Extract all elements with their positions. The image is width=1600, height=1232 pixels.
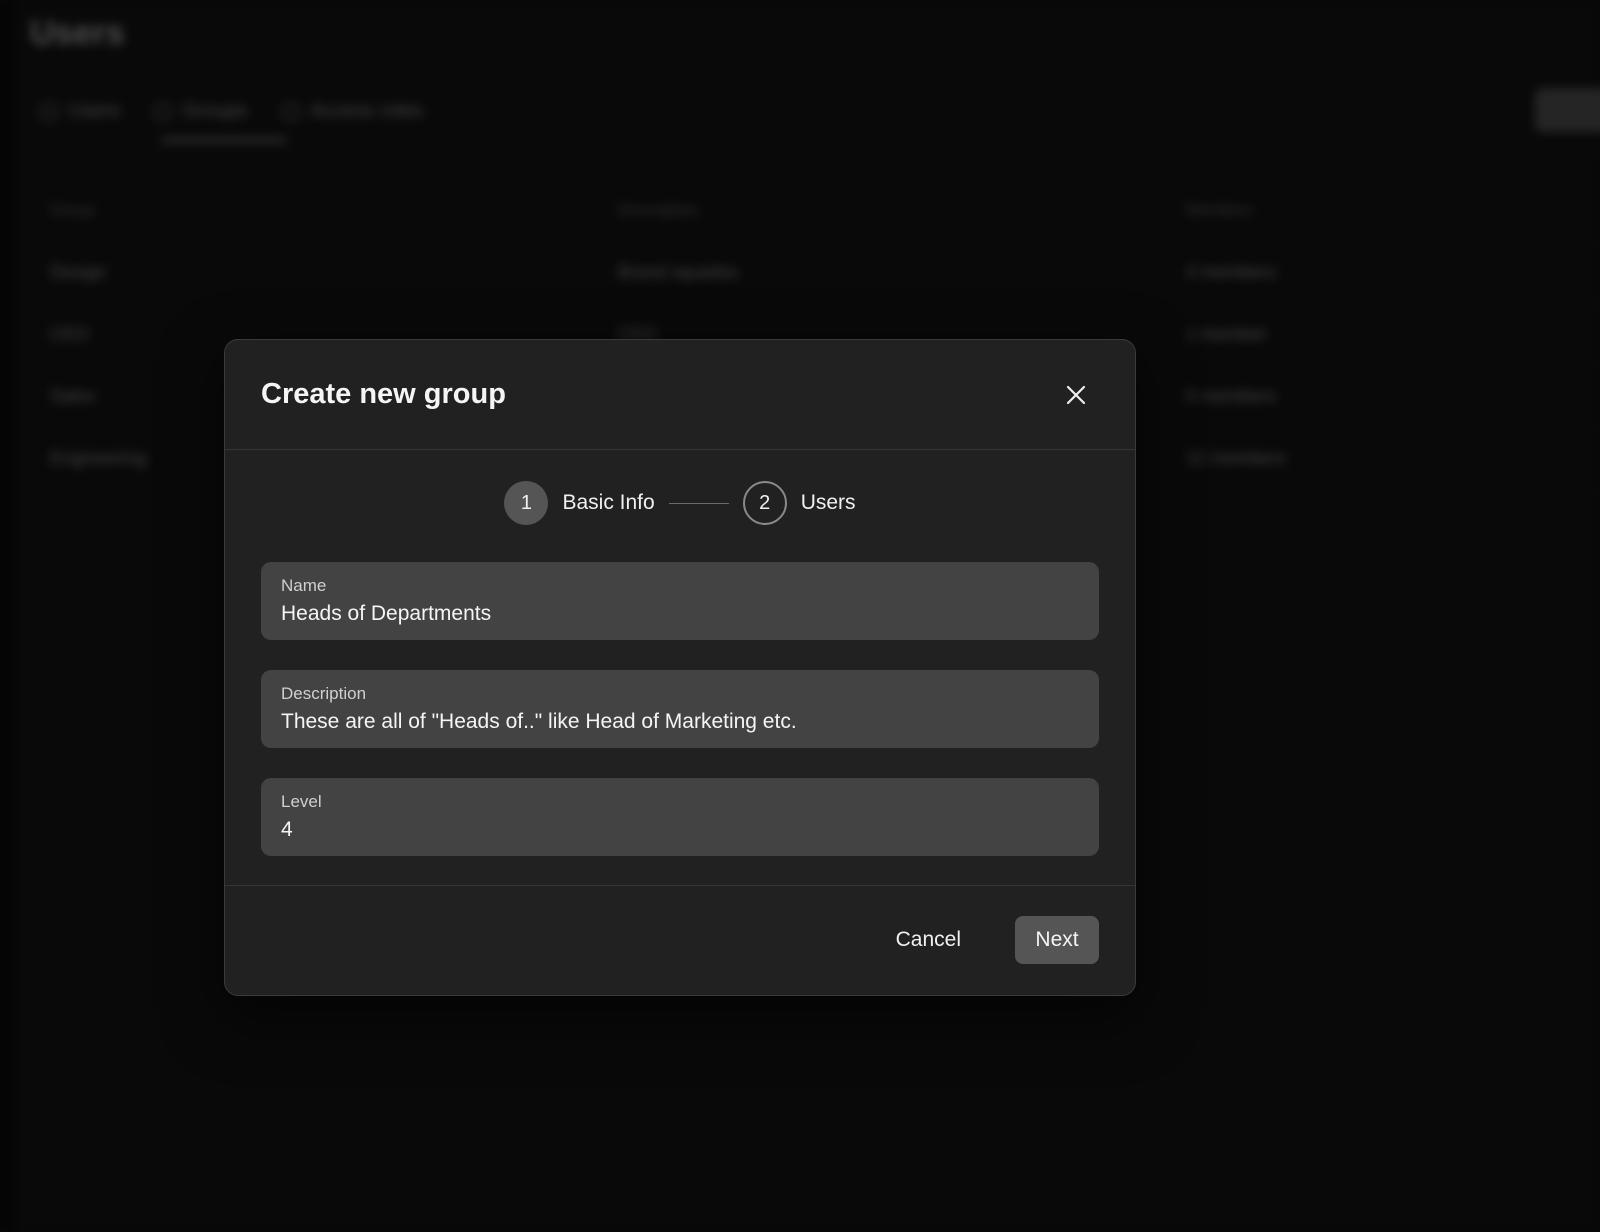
step-number: 1 [504, 481, 549, 525]
close-icon [1066, 385, 1086, 405]
step-users[interactable]: 2 Users [742, 481, 856, 525]
name-label: Name [281, 576, 327, 595]
dialog-title: Create new group [261, 378, 506, 410]
level-input[interactable] [281, 818, 1079, 842]
step-label: Users [800, 491, 856, 514]
description-label: Description [281, 684, 367, 703]
level-field[interactable]: Level [261, 778, 1099, 856]
step-label: Basic Info [562, 491, 655, 514]
next-button[interactable]: Next [1015, 916, 1099, 964]
close-button[interactable] [1059, 378, 1093, 412]
step-basic-info[interactable]: 1 Basic Info [504, 481, 655, 525]
step-number: 2 [742, 481, 787, 525]
description-input[interactable] [281, 710, 1079, 734]
level-label: Level [281, 792, 322, 811]
dialog-header: Create new group [225, 340, 1135, 450]
cancel-button[interactable]: Cancel [878, 916, 979, 964]
dialog-footer: Cancel Next [225, 885, 1135, 995]
step-connector [668, 502, 729, 504]
stepper: 1 Basic Info 2 Users [225, 480, 1135, 526]
create-group-dialog: Create new group 1 Basic Info 2 Users Na… [224, 339, 1136, 996]
description-field[interactable]: Description [261, 670, 1099, 748]
name-field[interactable]: Name [261, 562, 1099, 640]
name-input[interactable] [281, 602, 1079, 626]
